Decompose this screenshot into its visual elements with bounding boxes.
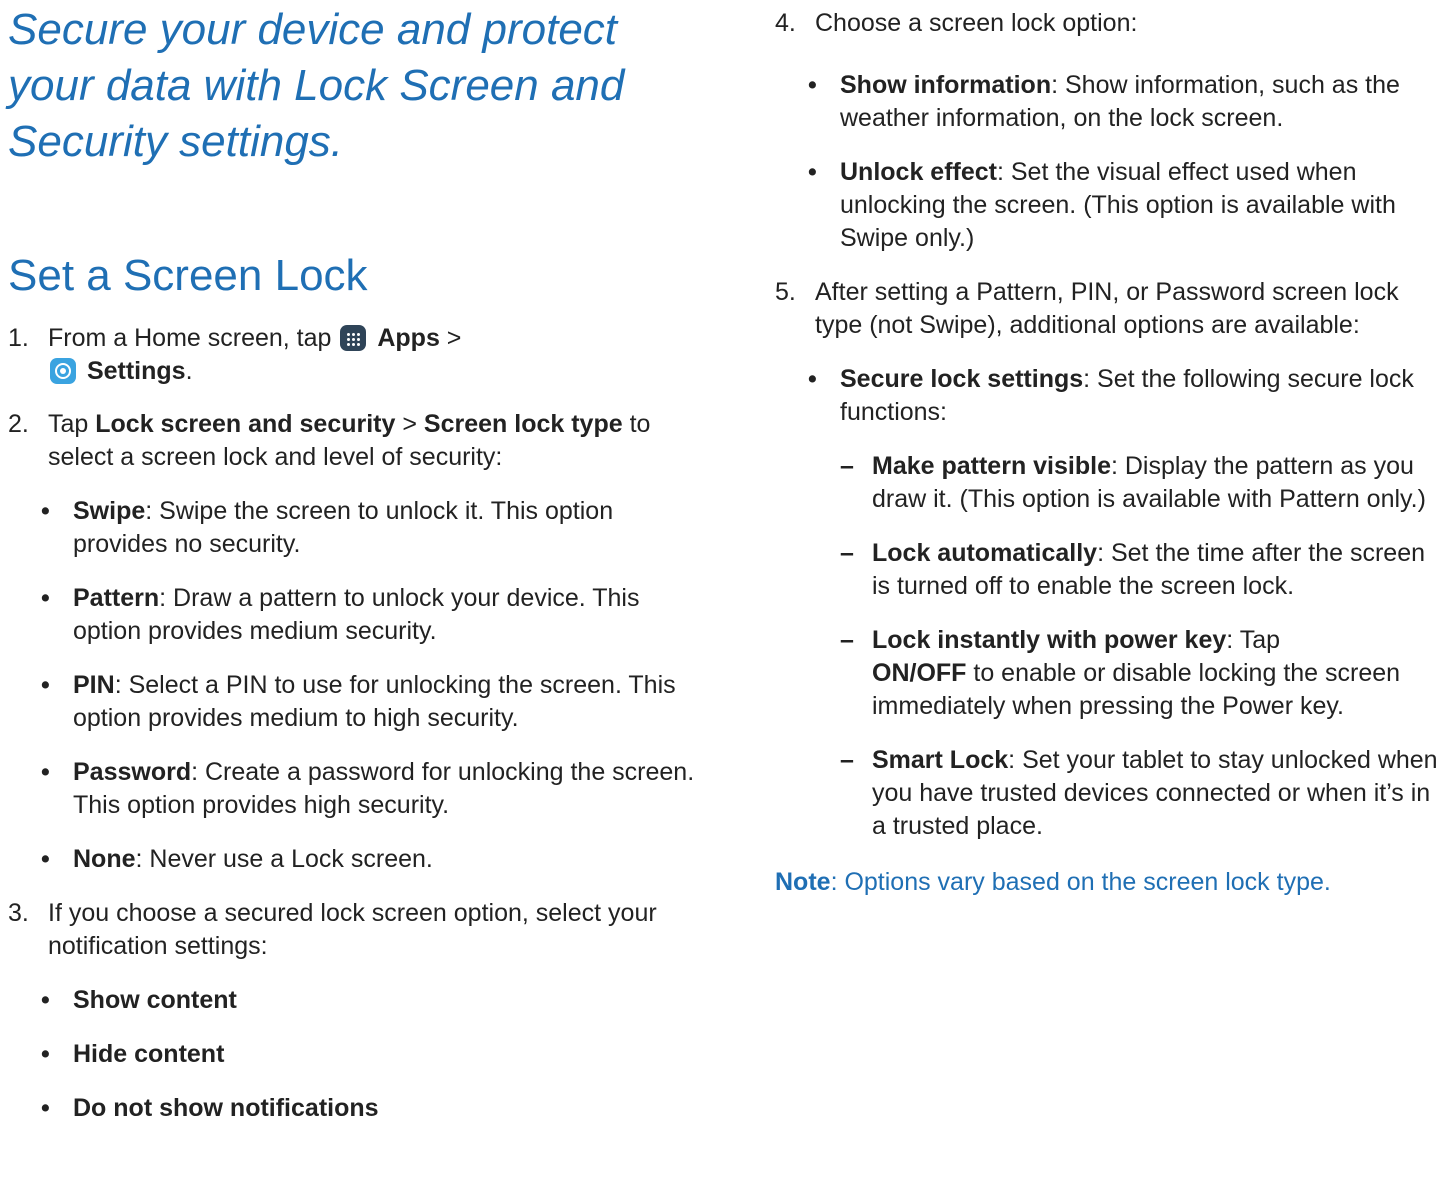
list-item: • Hide content <box>41 1038 708 1071</box>
item-term: Lock instantly with power key <box>872 626 1227 654</box>
dash: – <box>840 626 854 654</box>
item-term: Unlock effect <box>840 158 997 186</box>
step-number: 5. <box>775 278 796 306</box>
step-2-prefix: Tap <box>48 410 89 438</box>
gear-icon <box>50 358 76 384</box>
step-4: 4. Choose a screen lock option: <box>775 7 1443 40</box>
bullet: • <box>41 1040 50 1068</box>
screen-lock-type-label: Screen lock type <box>423 410 623 438</box>
step-5: 5. After setting a Pattern, PIN, or Pass… <box>775 276 1443 342</box>
lock-screen-security-label: Lock screen and security <box>95 410 396 438</box>
sub-list-item: – Lock automatically: Set the time after … <box>840 537 1443 603</box>
settings-label: Settings <box>86 357 186 385</box>
step-number: 3. <box>8 899 29 927</box>
list-item: • Pattern: Draw a pattern to unlock your … <box>41 582 708 648</box>
step-1-end: . <box>185 357 193 385</box>
step-1-prefix: From a Home screen, tap <box>48 324 332 352</box>
bullet: • <box>41 671 50 699</box>
sub-list-item: – Lock instantly with power key: Tap ON/OF… <box>840 624 1443 723</box>
item-term: Swipe <box>73 497 146 525</box>
step-1: 1. From a Home screen, tap Apps > Settin… <box>8 322 708 388</box>
bullet: • <box>41 1094 50 1122</box>
bullet: • <box>41 497 50 525</box>
step-number: 2. <box>8 410 29 438</box>
item-term: PIN <box>73 671 115 699</box>
list-item: • PIN: Select a PIN to use for unlocking … <box>41 669 708 735</box>
left-column: Secure your device and protect your data… <box>8 0 708 1125</box>
item-term: Password <box>73 758 192 786</box>
step-number: 1. <box>8 324 29 352</box>
item-term: Smart Lock <box>872 746 1009 774</box>
dash: – <box>840 452 854 480</box>
step-5-text: After setting a Pattern, PIN, or Passwor… <box>815 278 1399 339</box>
item-text: : Swipe the screen to unlock it. This op… <box>73 497 614 558</box>
list-item: • Show information: Show information, suc… <box>808 69 1443 135</box>
list-item: • Secure lock settings: Set the following… <box>808 363 1443 429</box>
separator: > <box>446 324 462 352</box>
intro-heading: Secure your device and protect your data… <box>8 5 625 166</box>
bullet: • <box>808 158 817 186</box>
item-text: : Never use a Lock screen. <box>135 845 433 873</box>
bullet: • <box>808 71 817 99</box>
item-text: : Tap <box>1226 626 1280 654</box>
list-item: • Swipe: Swipe the screen to unlock it. T… <box>41 495 708 561</box>
sub-list-item: – Make pattern visible: Display the patte… <box>840 450 1443 516</box>
item-term: Do not show notifications <box>73 1094 379 1122</box>
item-term: Lock automatically <box>872 539 1098 567</box>
item-term: None <box>73 845 136 873</box>
list-item: • Password: Create a password for unlocki… <box>41 756 708 822</box>
apps-label: Apps <box>377 324 440 352</box>
apps-grid-icon <box>340 325 367 351</box>
bullet: • <box>41 845 50 873</box>
step-number: 4. <box>775 9 796 37</box>
bullet: • <box>41 584 50 612</box>
dash: – <box>840 746 854 774</box>
right-column: 4. Choose a screen lock option: • Show in… <box>775 0 1443 899</box>
item-text: : Select a PIN to use for unlocking the … <box>73 671 676 732</box>
bullet: • <box>41 758 50 786</box>
list-item: • Unlock effect: Set the visual effect us… <box>808 156 1443 255</box>
on-off-label: ON/OFF <box>872 659 967 687</box>
item-term: Hide content <box>73 1040 225 1068</box>
step-2: 2. Tap Lock screen and security > Screen… <box>8 408 708 474</box>
step-4-text: Choose a screen lock option: <box>815 9 1138 37</box>
list-item: • Show content <box>41 984 708 1017</box>
item-term: Show content <box>73 986 237 1014</box>
item-term: Show information <box>840 71 1052 99</box>
separator: > <box>402 410 417 438</box>
item-term: Make pattern visible <box>872 452 1111 480</box>
bullet: • <box>41 986 50 1014</box>
section-title: Set a Screen Lock <box>8 251 368 300</box>
note: Note: Options vary based on the screen l… <box>775 866 1443 899</box>
note-text: : Options vary based on the screen lock … <box>830 868 1331 896</box>
dash: – <box>840 539 854 567</box>
list-item: • None: Never use a Lock screen. <box>41 843 708 876</box>
step-3-text: If you choose a secured lock screen opti… <box>48 899 657 960</box>
note-label: Note <box>775 868 831 896</box>
sub-list-item: – Smart Lock: Set your tablet to stay unl… <box>840 744 1443 843</box>
list-item: • Do not show notifications <box>41 1092 708 1125</box>
bullet: • <box>808 365 817 393</box>
item-term: Secure lock settings <box>840 365 1084 393</box>
step-3: 3. If you choose a secured lock screen o… <box>8 897 708 963</box>
item-term: Pattern <box>73 584 160 612</box>
